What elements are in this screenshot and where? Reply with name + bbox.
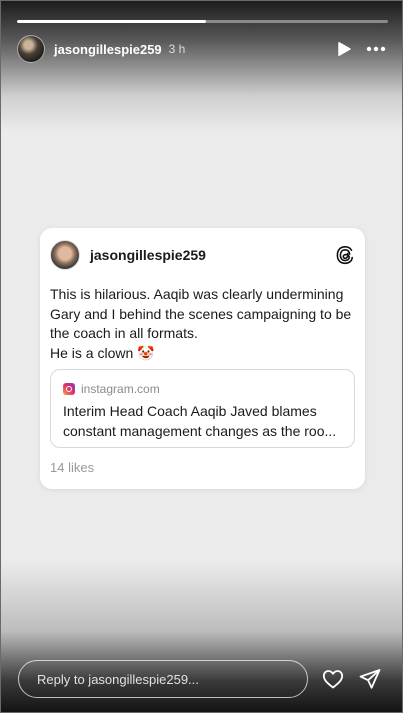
- instagram-icon: [63, 383, 75, 395]
- post-text-line: This is hilarious. Aaqib was clearly und…: [50, 286, 352, 341]
- threads-post-card[interactable]: jasongillespie259 This is hilarious. Aaq…: [40, 228, 365, 489]
- story-progress-bar: [17, 20, 388, 23]
- story-controls: [336, 41, 386, 57]
- link-source-domain: instagram.com: [81, 382, 160, 396]
- story-username[interactable]: jasongillespie259: [54, 42, 162, 57]
- story-header: jasongillespie259 3 h: [17, 34, 386, 64]
- post-text-line: He is a clown 🤡: [50, 344, 155, 361]
- threads-icon: [336, 245, 353, 265]
- story-progress-fill: [17, 20, 207, 23]
- link-title: Interim Head Coach Aaqib Javed blames co…: [63, 403, 337, 439]
- post-author-name: jasongillespie259: [90, 247, 206, 263]
- link-preview[interactable]: instagram.com Interim Head Coach Aaqib J…: [50, 369, 355, 448]
- post-body: This is hilarious. Aaqib was clearly und…: [50, 285, 355, 363]
- reply-placeholder: Reply to jasongillespie259...: [37, 671, 199, 687]
- likes-count: 14 likes: [50, 460, 95, 475]
- more-horizontal-icon: [366, 46, 386, 52]
- link-source: instagram.com: [63, 382, 160, 396]
- more-options-button[interactable]: [366, 46, 386, 52]
- play-icon: [338, 42, 351, 56]
- reply-input[interactable]: Reply to jasongillespie259...: [18, 660, 308, 698]
- send-icon[interactable]: [358, 667, 382, 691]
- post-author-avatar: [50, 240, 80, 270]
- play-button[interactable]: [336, 41, 352, 57]
- story-avatar[interactable]: [17, 35, 45, 63]
- heart-icon[interactable]: [321, 667, 345, 691]
- story-timestamp: 3 h: [168, 42, 186, 56]
- story-viewer: jasongillespie259 3 h jasongillespie259: [0, 0, 403, 713]
